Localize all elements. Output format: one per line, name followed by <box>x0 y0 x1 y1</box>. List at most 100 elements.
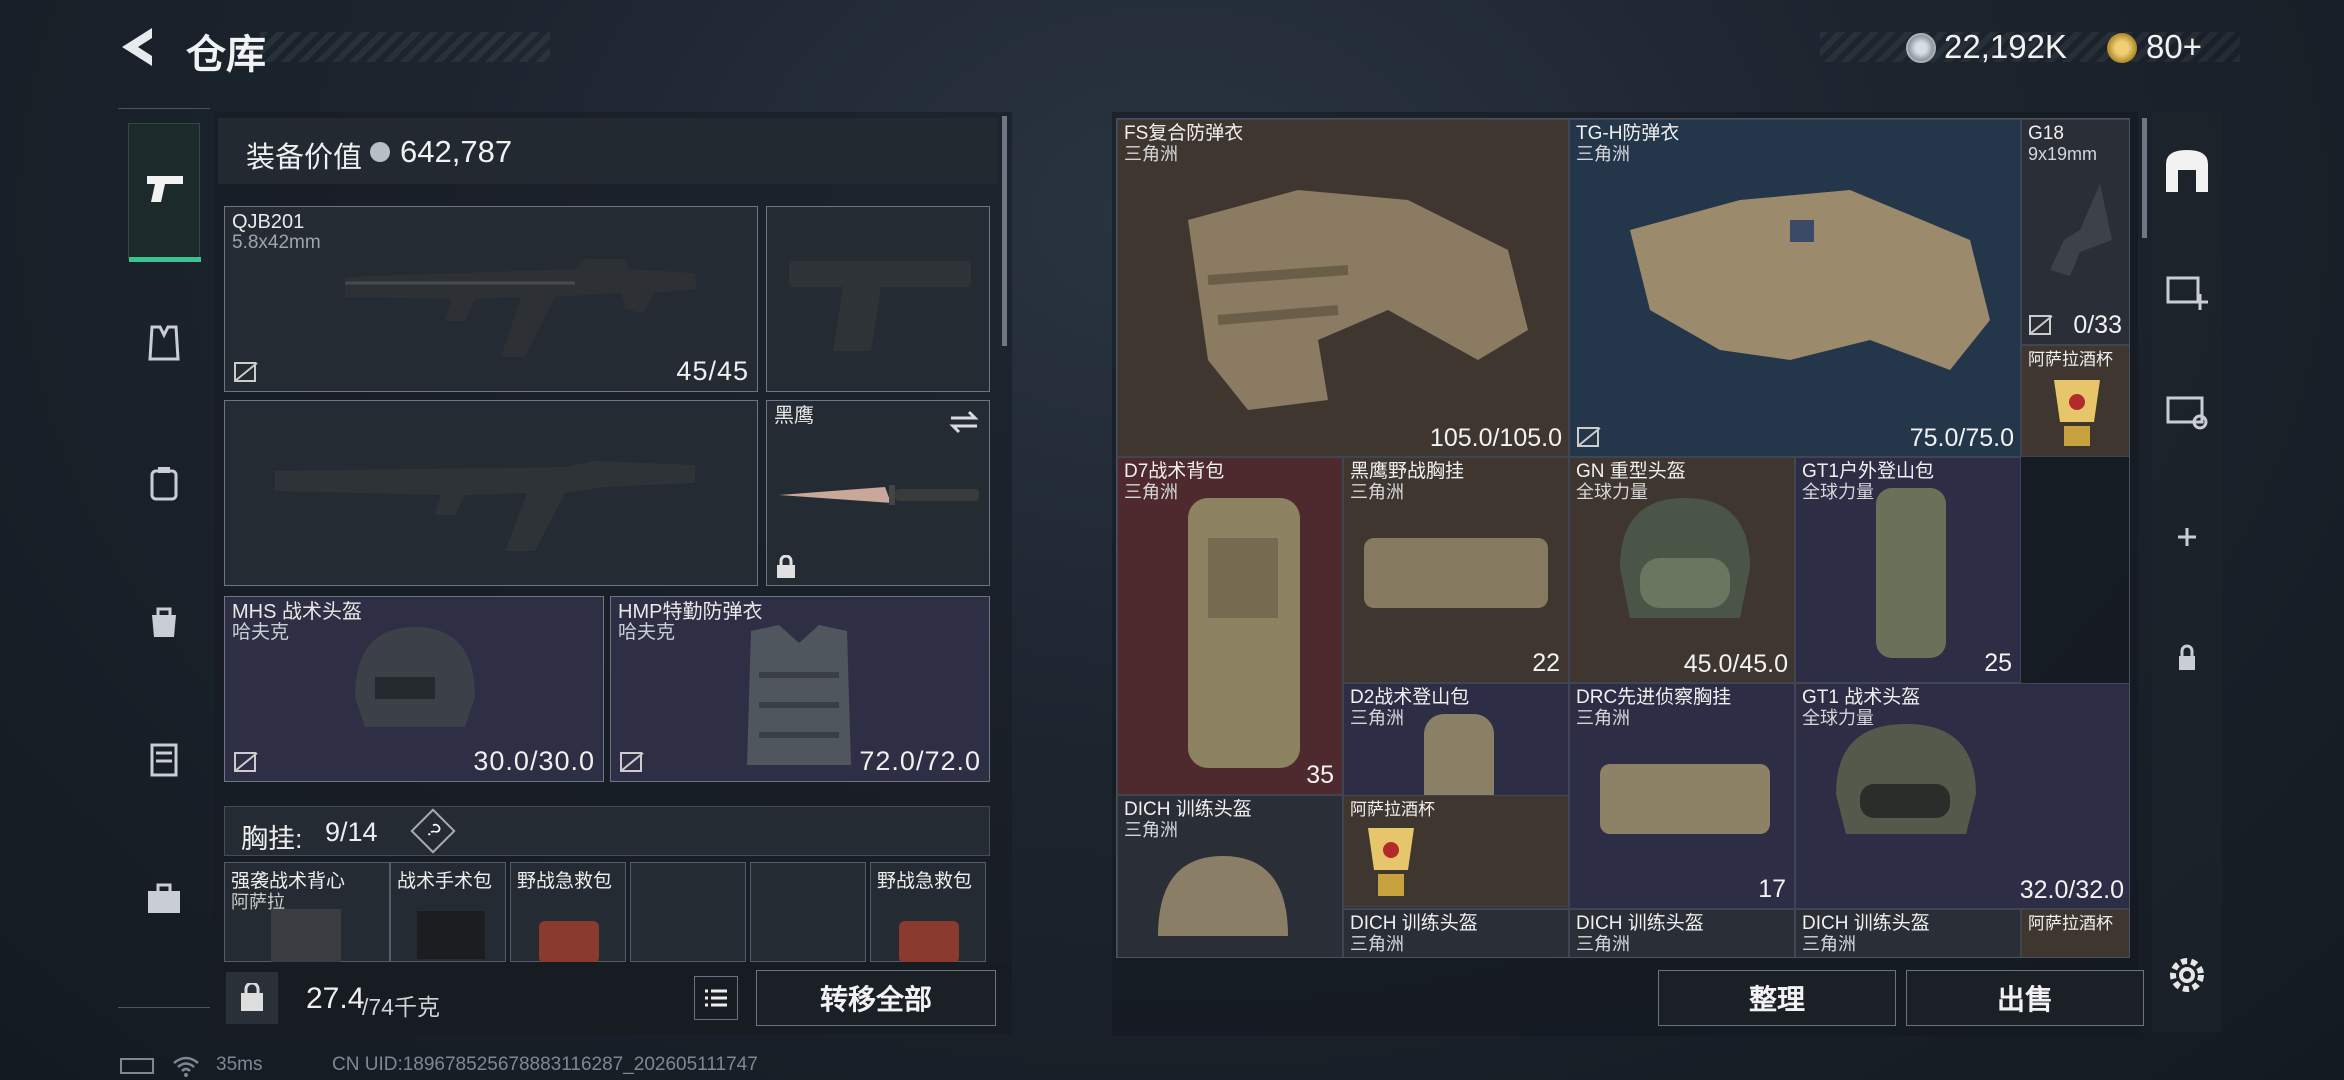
item-origin: 全球力量 <box>1802 482 1874 502</box>
no-durability-icon <box>234 752 258 772</box>
tab-armor[interactable] <box>128 299 200 389</box>
stash-grid: FS复合防弹衣 三角洲 105.0/105.0 TG-H防弹衣 三角洲 75.0… <box>1116 118 2130 958</box>
expand-case-tab[interactable] <box>2160 382 2214 436</box>
pocket-item-name: 战术手术包 <box>397 871 493 892</box>
settings-button[interactable] <box>2164 952 2210 998</box>
rifle-silhouette-icon <box>275 461 695 551</box>
stash-item[interactable]: FS复合防弹衣 三角洲 105.0/105.0 <box>1117 119 1569 457</box>
item-ammo: 0/33 <box>2073 311 2122 339</box>
left-tab-bar <box>118 108 210 1008</box>
stash-item[interactable]: GT1 战术头盔 全球力量 32.0/32.0 <box>1795 683 2129 909</box>
item-durability: 105.0/105.0 <box>1429 424 1562 452</box>
warehouse-icon <box>2166 150 2208 192</box>
helmet-icon <box>1836 724 1976 834</box>
weight-max: /74千克 <box>362 994 440 1020</box>
primary-weapon-slot[interactable]: QJB201 5.8x42mm 45/45 <box>224 206 758 392</box>
armor-durability: 72.0/72.0 <box>859 746 981 776</box>
ticket-amount[interactable]: 80+ <box>2146 28 2202 66</box>
tab-toolbox[interactable] <box>128 855 200 945</box>
golden-cup-icon <box>2054 380 2100 446</box>
item-name: 阿萨拉酒杯 <box>1350 800 1435 819</box>
pistol-icon <box>147 176 183 202</box>
helmet-slot[interactable]: MHS 战术头盔 哈夫克 30.0/30.0 <box>224 596 604 782</box>
first-aid-kit-icon <box>539 921 599 963</box>
no-durability-icon <box>234 362 258 382</box>
stash-item[interactable]: DICH 训练头盔 三角洲 <box>1117 795 1343 957</box>
header: 仓库 22,192K 80+ <box>0 0 2344 100</box>
item-capacity: 35 <box>1306 761 1334 789</box>
back-arrow-icon <box>122 28 152 66</box>
stash-scrollbar[interactable] <box>2142 118 2147 238</box>
item-name: DICH 训练头盔 <box>1802 913 1930 934</box>
item-capacity: 25 <box>1984 649 2012 677</box>
item-origin: 三角洲 <box>1576 934 1630 954</box>
stash-item[interactable]: 阿萨拉酒杯 <box>2021 909 2129 957</box>
locked-tab <box>2160 630 2214 684</box>
armor-slot[interactable]: HMP特勤防弹衣 哈夫克 72.0/72.0 <box>610 596 990 782</box>
lock-icon <box>2179 644 2195 670</box>
stash-item[interactable]: TG-H防弹衣 三角洲 75.0/75.0 <box>1569 119 2021 457</box>
tab-case[interactable] <box>128 715 200 805</box>
stash-item[interactable]: DICH 训练头盔 三角洲 <box>1795 909 2021 957</box>
item-origin: 三角洲 <box>1350 934 1404 954</box>
sort-button[interactable]: 整理 <box>1658 970 1896 1026</box>
weapon-caliber: 5.8x42mm <box>232 232 321 253</box>
rig-help-button[interactable]: ? <box>410 808 456 854</box>
pocket-slot-empty[interactable] <box>630 862 746 962</box>
pocket-slot[interactable]: 战术手术包 <box>390 862 506 962</box>
item-origin: 三角洲 <box>1350 708 1404 728</box>
pocket-slot-empty[interactable] <box>750 862 866 962</box>
stash-item[interactable]: 阿萨拉酒杯 <box>1343 795 1569 907</box>
rig-label: 胸挂: <box>241 824 303 854</box>
coin-icon <box>1906 33 1936 63</box>
chest-rig-icon <box>1364 538 1548 608</box>
vest-icon <box>148 325 180 361</box>
add-tab[interactable] <box>2160 510 2214 564</box>
swap-icon[interactable] <box>949 409 979 435</box>
helmet-durability: 30.0/30.0 <box>473 746 595 776</box>
list-view-button[interactable] <box>694 976 738 1020</box>
helmet-name: MHS 战术头盔 <box>232 601 362 623</box>
user-uid: CN UID:18967852567888311628​7_2026051117… <box>332 1054 758 1075</box>
tab-weapons[interactable] <box>128 123 201 262</box>
backpack-icon <box>1876 488 1946 658</box>
stash-main-tab[interactable] <box>2160 144 2214 198</box>
stash-item[interactable]: DICH 训练头盔 三角洲 <box>1569 909 1795 957</box>
tab-backpack[interactable] <box>128 439 200 529</box>
stash-item[interactable]: GT1户外登山包 全球力量 25 <box>1795 457 2021 683</box>
pocket-slot[interactable]: 野战急救包 <box>870 862 986 963</box>
expand-stash-tab[interactable] <box>2160 262 2214 316</box>
rig-slot[interactable]: 强袭战术背心 阿萨拉 <box>224 862 390 963</box>
status-bar: 35ms CN UID:18967852567888311628​7_20260… <box>118 1054 1018 1078</box>
lock-icon <box>777 555 795 578</box>
weight-lock-button[interactable] <box>226 972 278 1024</box>
golden-cup-icon <box>1368 828 1414 896</box>
no-durability-icon <box>620 752 644 772</box>
item-origin: 三角洲 <box>1350 482 1404 502</box>
equip-value-bar: 装备价值 642,787 <box>218 118 998 184</box>
back-button[interactable] <box>116 24 160 70</box>
tab-bag[interactable] <box>128 577 200 667</box>
stash-item[interactable]: D7战术背包 三角洲 35 <box>1117 457 1343 795</box>
sell-button[interactable]: 出售 <box>1906 970 2144 1026</box>
secondary-weapon-slot[interactable] <box>224 400 758 586</box>
weapon-ammo: 45/45 <box>676 356 749 386</box>
transfer-all-button[interactable]: 转移全部 <box>756 970 996 1026</box>
pocket-slot[interactable]: 野战急救包 <box>510 862 626 963</box>
weight-icon <box>241 983 263 1011</box>
ticket-icon <box>2107 33 2137 63</box>
melee-slot[interactable]: 黑鹰 <box>766 400 990 586</box>
stash-item[interactable]: DRC先进侦察胸挂 三角洲 17 <box>1569 683 1795 909</box>
list-icon <box>705 989 727 1007</box>
stash-item[interactable]: 阿萨拉酒杯 <box>2021 345 2129 457</box>
item-origin: 三角洲 <box>1124 482 1178 502</box>
stash-item[interactable]: DICH 训练头盔 三角洲 <box>1343 909 1569 957</box>
stash-item[interactable]: 黑鹰野战胸挂 三角洲 22 <box>1343 457 1569 683</box>
pistol-silhouette-icon <box>789 261 971 351</box>
stash-item[interactable]: G18 9x19mm 0/33 <box>2021 119 2129 345</box>
stash-item[interactable]: GN 重型头盔 全球力量 45.0/45.0 <box>1569 457 1795 683</box>
case-icon <box>150 743 178 777</box>
sidearm-slot[interactable] <box>766 206 990 392</box>
loadout-scrollbar[interactable] <box>1002 116 1007 346</box>
page-title: 仓库 <box>186 33 266 77</box>
